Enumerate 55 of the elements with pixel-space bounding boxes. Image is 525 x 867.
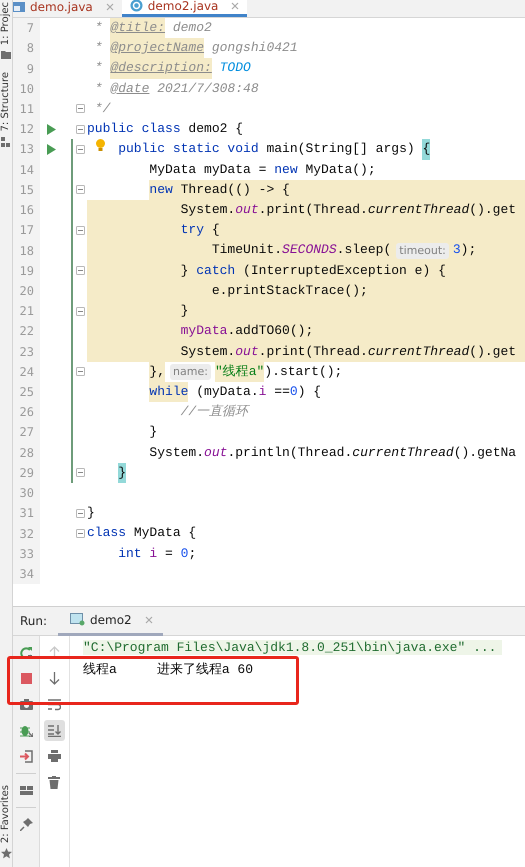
code-line: */ <box>94 100 112 118</box>
line-number: 10 <box>13 78 40 99</box>
line-number: 25 <box>13 382 40 402</box>
code-line: MyData myData = new MyData(); <box>148 160 377 179</box>
tool-window-label[interactable]: 1: Projec <box>0 1 12 46</box>
code-line: }, name: "线程a").start(); <box>87 362 525 382</box>
console-text: 进来了线程a 60 <box>156 661 254 678</box>
line-number: 9 <box>13 58 40 79</box>
panel-title: Run: <box>20 614 48 628</box>
line-number: 7 <box>13 18 40 38</box>
line-number: 31 <box>13 503 40 524</box>
code-line: System.out.println(Thread.currentThread().getNa <box>148 444 518 462</box>
line-number: 8 <box>13 38 40 58</box>
code-line: while (myData.i ==0) { <box>87 382 525 402</box>
line-number: 18 <box>13 240 40 261</box>
line-number: 20 <box>13 280 40 302</box>
line-number: 24 <box>13 362 40 382</box>
line-number: 30 <box>13 483 40 504</box>
code-line: * @title: demo2 <box>87 18 525 38</box>
line-number: 15 <box>13 180 40 200</box>
tool-window-label[interactable]: 7: Structure <box>0 71 12 133</box>
line-number: 29 <box>13 462 40 484</box>
code-line: * @projectName gongshi0421 <box>87 38 525 58</box>
line-number: 28 <box>13 442 40 463</box>
run-tab[interactable]: demo2 <box>58 606 163 636</box>
editor-tab[interactable]: demo2.java <box>122 0 248 17</box>
tool-window-label[interactable]: 2: Favorites <box>0 784 12 844</box>
code-line: } <box>87 504 96 522</box>
line-number: 23 <box>13 342 40 362</box>
code-line: public static void main(String[] args) { <box>87 139 525 160</box>
code-line: int i = 0; <box>117 544 198 563</box>
code-line: public class demo2 { <box>87 120 244 138</box>
line-number: 12 <box>13 119 40 140</box>
line-number: 13 <box>13 139 40 160</box>
code-line: } <box>87 462 525 484</box>
line-number: 21 <box>13 301 40 322</box>
line-number: 32 <box>13 523 40 544</box>
code-line: //一直循环 <box>180 403 251 422</box>
line-number: 27 <box>13 422 40 443</box>
code-line: * @date 2021/7/308:48 <box>94 80 260 98</box>
code-line: * @description: TODO <box>87 58 525 79</box>
code-line: class MyData { <box>87 524 198 542</box>
line-number: 22 <box>13 321 40 342</box>
line-number: 19 <box>13 260 40 281</box>
console-text: 线程a <box>83 661 117 678</box>
code-line: } <box>148 423 158 442</box>
line-number: 16 <box>13 200 40 220</box>
line-number: 17 <box>13 220 40 240</box>
line-number: 11 <box>13 98 40 120</box>
line-number: 26 <box>13 402 40 422</box>
line-number: 33 <box>13 544 40 564</box>
editor-tab[interactable]: demo.java <box>13 0 122 17</box>
line-number: 14 <box>13 160 40 180</box>
line-number: 34 <box>13 564 40 584</box>
console-text: "C:\Program Files\Java\jdk1.8.0_251\bin\java.exe" ... <box>83 640 502 654</box>
